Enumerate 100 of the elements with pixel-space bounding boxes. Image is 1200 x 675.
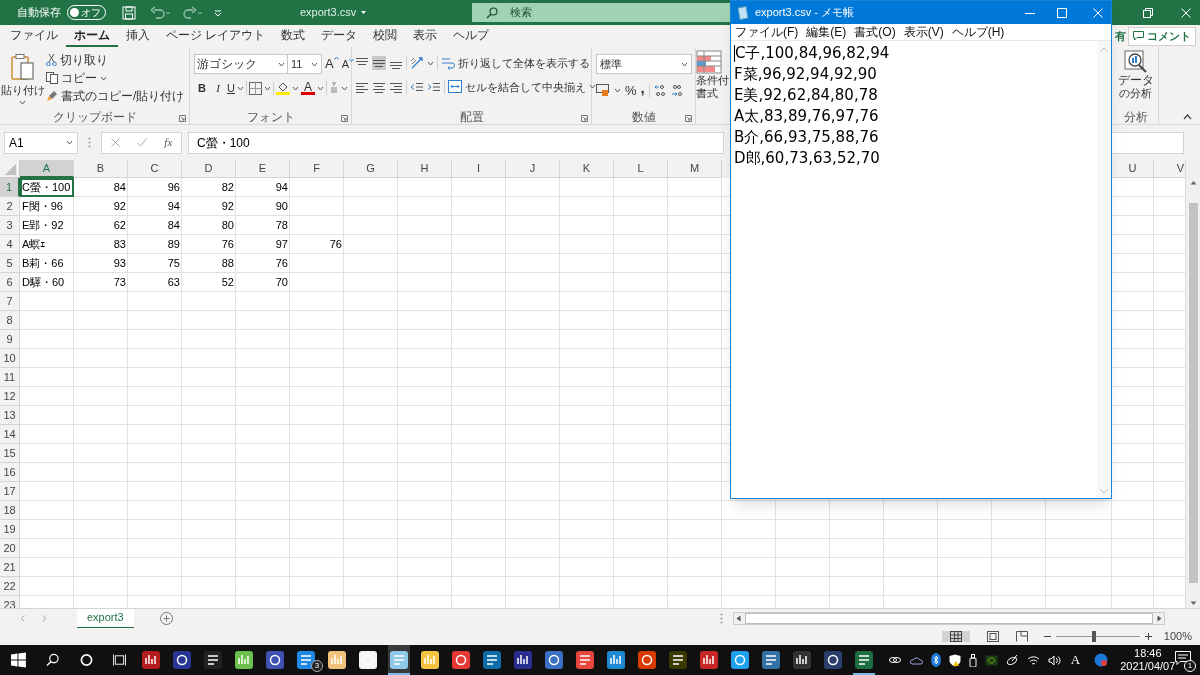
normal-view-icon[interactable] (941, 631, 970, 642)
caret-icon[interactable] (291, 85, 299, 91)
row-header[interactable]: 12 (0, 387, 20, 406)
column-header[interactable]: F (290, 160, 344, 178)
app-icon[interactable] (450, 650, 471, 670)
app-icon[interactable] (419, 650, 440, 670)
column-header[interactable]: C (128, 160, 182, 178)
menu-item[interactable]: ヘルプ(H) (951, 23, 1005, 41)
page-break-icon[interactable] (1015, 631, 1028, 642)
app-icon[interactable] (326, 650, 347, 670)
borders-icon[interactable] (248, 81, 262, 95)
table-cell[interactable]: 92 (182, 197, 236, 216)
dialog-launcher-icon[interactable] (179, 115, 186, 122)
input-mode-indicator[interactable]: A (1070, 650, 1081, 670)
row-header[interactable]: 1 (0, 178, 20, 197)
app-icon[interactable] (667, 650, 688, 670)
menu-item[interactable]: ファイル(F) (735, 23, 799, 41)
column-header[interactable]: E (236, 160, 290, 178)
conditional-formatting-button[interactable]: 条件付 書式 (696, 47, 729, 125)
caret-icon[interactable] (100, 75, 107, 81)
ribbon-tab[interactable]: 表示 (405, 25, 446, 47)
table-cell[interactable]: E郢・92 (20, 216, 74, 235)
insert-function-button[interactable]: fx (164, 134, 173, 151)
scroll-right-icon[interactable] (1157, 615, 1162, 622)
share-button[interactable]: 有 (1115, 26, 1128, 46)
app-icon[interactable] (760, 650, 781, 670)
table-cell[interactable]: 84 (128, 216, 182, 235)
row-header[interactable]: 21 (0, 558, 20, 577)
row-header[interactable]: 6 (0, 273, 20, 292)
undo-icon[interactable] (150, 5, 172, 20)
shield-icon[interactable] (948, 653, 961, 667)
table-cell[interactable]: 93 (74, 254, 128, 273)
ribbon-tab[interactable]: 挿入 (118, 25, 158, 47)
usb-drive-icon[interactable] (968, 653, 977, 667)
ribbon-tab[interactable]: 校閲 (365, 25, 406, 47)
row-header[interactable]: 19 (0, 520, 20, 539)
table-cell[interactable]: 97 (236, 235, 290, 254)
satellite-icon[interactable] (1005, 653, 1019, 667)
table-cell[interactable]: 76 (182, 235, 236, 254)
column-header[interactable]: G (344, 160, 398, 178)
row-header[interactable]: 9 (0, 330, 20, 349)
row-header[interactable]: 16 (0, 463, 20, 482)
table-cell[interactable]: B莉・66 (20, 254, 74, 273)
app-icon[interactable] (853, 650, 874, 670)
bold-button[interactable]: B (195, 80, 209, 97)
maximize-icon[interactable] (1057, 7, 1067, 18)
table-cell[interactable]: 83 (74, 235, 128, 254)
app-icon[interactable] (357, 650, 378, 670)
fill-color-icon[interactable] (275, 81, 290, 96)
table-cell[interactable]: 89 (128, 235, 182, 254)
table-cell[interactable]: 92 (74, 197, 128, 216)
table-cell[interactable]: 62 (74, 216, 128, 235)
caret-icon[interactable] (360, 10, 368, 15)
align-middle-icon[interactable] (372, 56, 386, 71)
zoom-out-icon[interactable] (1043, 633, 1051, 640)
sheet-tab[interactable]: export3 (77, 608, 134, 629)
link-icon[interactable] (888, 655, 901, 665)
search-field[interactable]: 検索 (472, 3, 730, 22)
caret-icon[interactable] (681, 61, 688, 67)
row-header[interactable]: 2 (0, 197, 20, 216)
customize-icon[interactable] (214, 8, 222, 17)
row-header[interactable]: 10 (0, 349, 20, 368)
row-header[interactable]: 18 (0, 501, 20, 520)
italic-button[interactable]: I (211, 80, 225, 97)
check-icon[interactable] (137, 138, 147, 147)
close-icon[interactable] (1093, 7, 1103, 18)
table-cell[interactable]: 82 (182, 178, 236, 197)
ribbon-tab[interactable]: 数式 (273, 25, 314, 47)
app-icon[interactable] (512, 650, 533, 670)
column-header[interactable]: J (506, 160, 560, 178)
cloud-icon[interactable] (908, 655, 923, 665)
row-header[interactable]: 5 (0, 254, 20, 273)
menu-item[interactable]: 表示(V) (903, 23, 944, 41)
format-painter-button[interactable]: 書式のコピー/貼り付け (46, 87, 185, 105)
table-cell[interactable]: F閔・96 (20, 197, 74, 216)
table-cell[interactable]: 88 (182, 254, 236, 273)
grow-font-button[interactable]: A (325, 54, 339, 74)
column-header[interactable]: K (560, 160, 614, 178)
caret-icon[interactable] (19, 99, 26, 105)
percent-button[interactable]: % (625, 81, 637, 101)
column-header[interactable]: B (74, 160, 128, 178)
column-header[interactable]: I (452, 160, 506, 178)
table-cell[interactable]: 52 (182, 273, 236, 292)
font-size-field[interactable]: 11 (288, 54, 322, 74)
menu-item[interactable]: 編集(E) (806, 23, 847, 41)
row-header[interactable]: 22 (0, 577, 20, 596)
row-header[interactable]: 15 (0, 444, 20, 463)
app-icon[interactable] (140, 650, 161, 670)
paste-button[interactable]: 貼り付け (0, 47, 45, 109)
app-icon[interactable] (698, 650, 719, 670)
currency-icon[interactable] (596, 84, 610, 98)
horizontal-scrollbar[interactable] (733, 612, 1165, 625)
wrap-text-button[interactable]: 折り返して全体を表示する (441, 55, 590, 72)
speaker-icon[interactable] (1047, 654, 1061, 666)
app-icon[interactable] (171, 650, 192, 670)
caret-icon[interactable] (589, 84, 596, 90)
column-header[interactable]: D (182, 160, 236, 178)
increase-decimal-icon[interactable] (653, 84, 666, 98)
user-icon[interactable] (1094, 653, 1109, 667)
caret-icon[interactable] (236, 85, 244, 91)
